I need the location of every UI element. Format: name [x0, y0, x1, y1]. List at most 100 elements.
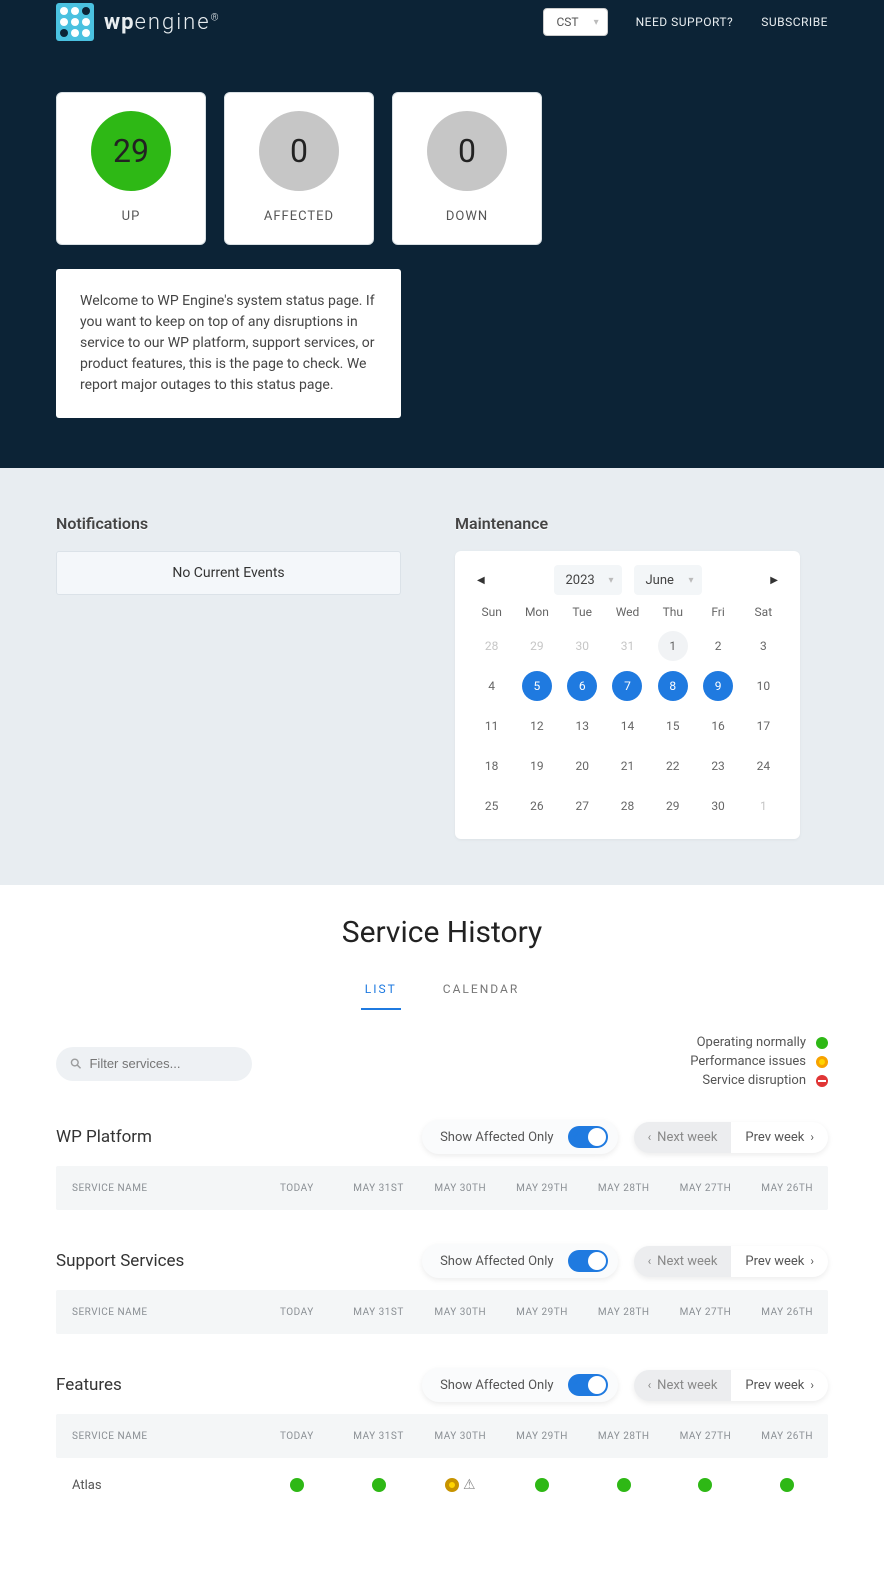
- legend-disruption-icon: [816, 1075, 828, 1087]
- prev-week-button[interactable]: Prev week ›: [731, 1370, 828, 1401]
- calendar-day[interactable]: 17: [748, 711, 778, 741]
- maintenance-column: Maintenance ◀ 2023 June ▶ SunMonTueWedTh…: [455, 514, 800, 839]
- legend-performance: Performance issues: [690, 1054, 828, 1069]
- calendar-next-button[interactable]: ▶: [764, 571, 784, 590]
- section-head: WP Platform Show Affected Only ‹ Next we…: [56, 1120, 828, 1154]
- week-nav: ‹ Next week Prev week ›: [634, 1370, 828, 1401]
- calendar-day[interactable]: 11: [477, 711, 507, 741]
- calendar-day[interactable]: 13: [567, 711, 597, 741]
- toggle-switch[interactable]: [568, 1374, 608, 1396]
- legend-performance-label: Performance issues: [690, 1054, 806, 1069]
- notifications-title: Notifications: [56, 514, 401, 533]
- calendar-day[interactable]: 29: [522, 631, 552, 661]
- calendar-day[interactable]: 26: [522, 791, 552, 821]
- calendar-day[interactable]: 18: [477, 751, 507, 781]
- table-header: SERVICE NAMETODAYMAY 31STMAY 30THMAY 29T…: [56, 1290, 828, 1334]
- toggle-switch[interactable]: [568, 1250, 608, 1272]
- prev-week-button[interactable]: Prev week ›: [731, 1246, 828, 1277]
- show-affected-label: Show Affected Only: [440, 1130, 554, 1145]
- brand-text-light: engine: [135, 10, 211, 35]
- calendar-day[interactable]: 23: [703, 751, 733, 781]
- calendar-day[interactable]: 1: [658, 631, 688, 661]
- calendar-prev-button[interactable]: ◀: [471, 571, 491, 590]
- col-date: MAY 30TH: [419, 1431, 501, 1442]
- tab-calendar[interactable]: CALENDAR: [439, 974, 523, 1010]
- calendar-day[interactable]: 22: [658, 751, 688, 781]
- calendar-day[interactable]: 29: [658, 791, 688, 821]
- calendar-day[interactable]: 6: [567, 671, 597, 701]
- header-right: CST NEED SUPPORT? SUBSCRIBE: [543, 8, 828, 36]
- week-nav: ‹ Next week Prev week ›: [634, 1246, 828, 1277]
- timezone-select[interactable]: CST: [543, 8, 607, 36]
- section-wp-platform: WP Platform Show Affected Only ‹ Next we…: [56, 1120, 828, 1210]
- calendar-day[interactable]: 12: [522, 711, 552, 741]
- calendar-day[interactable]: 1: [748, 791, 778, 821]
- calendar-day[interactable]: 2: [703, 631, 733, 661]
- calendar-day[interactable]: 30: [703, 791, 733, 821]
- next-week-button[interactable]: ‹ Next week: [634, 1370, 732, 1401]
- toggle-switch[interactable]: [568, 1126, 608, 1148]
- show-affected-toggle[interactable]: Show Affected Only: [422, 1120, 618, 1154]
- calendar-day[interactable]: 19: [522, 751, 552, 781]
- calendar-month-select[interactable]: June: [634, 565, 702, 595]
- search-input[interactable]: [89, 1056, 238, 1071]
- status-legend: Operating normally Performance issues Se…: [690, 1035, 828, 1092]
- search-wrap[interactable]: [56, 1047, 252, 1081]
- show-affected-toggle[interactable]: Show Affected Only: [422, 1244, 618, 1278]
- legend-performance-icon: [816, 1056, 828, 1068]
- col-date: MAY 31ST: [338, 1431, 420, 1442]
- calendar-day[interactable]: 16: [703, 711, 733, 741]
- service-name[interactable]: Atlas: [56, 1478, 256, 1493]
- subscribe-link[interactable]: SUBSCRIBE: [761, 15, 828, 29]
- prev-week-button[interactable]: Prev week ›: [731, 1122, 828, 1153]
- status-ok-icon: [290, 1478, 304, 1492]
- col-date: MAY 29TH: [501, 1183, 583, 1194]
- section-head: Support Services Show Affected Only ‹ Ne…: [56, 1244, 828, 1278]
- status-cell: [746, 1478, 828, 1492]
- calendar-day[interactable]: 3: [748, 631, 778, 661]
- calendar-day[interactable]: 8: [658, 671, 688, 701]
- col-date: TODAY: [256, 1183, 338, 1194]
- calendar-day[interactable]: 21: [612, 751, 642, 781]
- calendar-day[interactable]: 4: [477, 671, 507, 701]
- chevron-right-icon: ›: [810, 1254, 814, 1268]
- maintenance-calendar: ◀ 2023 June ▶ SunMonTueWedThuFriSat28293…: [455, 551, 800, 839]
- status-count: 29: [91, 111, 171, 191]
- calendar-day[interactable]: 10: [748, 671, 778, 701]
- chevron-right-icon: ›: [810, 1130, 814, 1144]
- status-cards: 29 UP0 AFFECTED0 DOWN: [56, 92, 828, 245]
- calendar-day[interactable]: 9: [703, 671, 733, 701]
- status-perf-icon: [445, 1478, 459, 1492]
- calendar-day[interactable]: 5: [522, 671, 552, 701]
- calendar-day[interactable]: 20: [567, 751, 597, 781]
- need-support-link[interactable]: NEED SUPPORT?: [636, 15, 734, 29]
- col-date: MAY 27TH: [665, 1307, 747, 1318]
- calendar-day[interactable]: 31: [612, 631, 642, 661]
- calendar-day[interactable]: 28: [612, 791, 642, 821]
- service-history: Service History LIST CALENDAR Operating …: [0, 885, 884, 1586]
- calendar-selects: 2023 June: [554, 565, 702, 595]
- calendar-year-select[interactable]: 2023: [554, 565, 622, 595]
- calendar-day[interactable]: 27: [567, 791, 597, 821]
- calendar-day[interactable]: 15: [658, 711, 688, 741]
- col-date: MAY 28TH: [583, 1183, 665, 1194]
- col-date: MAY 27TH: [665, 1431, 747, 1442]
- status-cell: [583, 1478, 665, 1492]
- calendar-day[interactable]: 24: [748, 751, 778, 781]
- section-name: Features: [56, 1375, 122, 1395]
- section-controls: Show Affected Only ‹ Next week Prev week…: [422, 1120, 828, 1154]
- section-controls: Show Affected Only ‹ Next week Prev week…: [422, 1244, 828, 1278]
- calendar-day[interactable]: 7: [612, 671, 642, 701]
- calendar-month-value: June: [646, 573, 674, 588]
- calendar-day[interactable]: 30: [567, 631, 597, 661]
- next-week-button[interactable]: ‹ Next week: [634, 1246, 732, 1277]
- section-support-services: Support Services Show Affected Only ‹ Ne…: [56, 1244, 828, 1334]
- calendar-day[interactable]: 28: [477, 631, 507, 661]
- legend-operating: Operating normally: [690, 1035, 828, 1050]
- show-affected-toggle[interactable]: Show Affected Only: [422, 1368, 618, 1402]
- tab-list[interactable]: LIST: [361, 974, 401, 1010]
- calendar-grid: SunMonTueWedThuFriSat2829303112345678910…: [469, 599, 786, 821]
- calendar-day[interactable]: 14: [612, 711, 642, 741]
- next-week-button[interactable]: ‹ Next week: [634, 1122, 732, 1153]
- calendar-day[interactable]: 25: [477, 791, 507, 821]
